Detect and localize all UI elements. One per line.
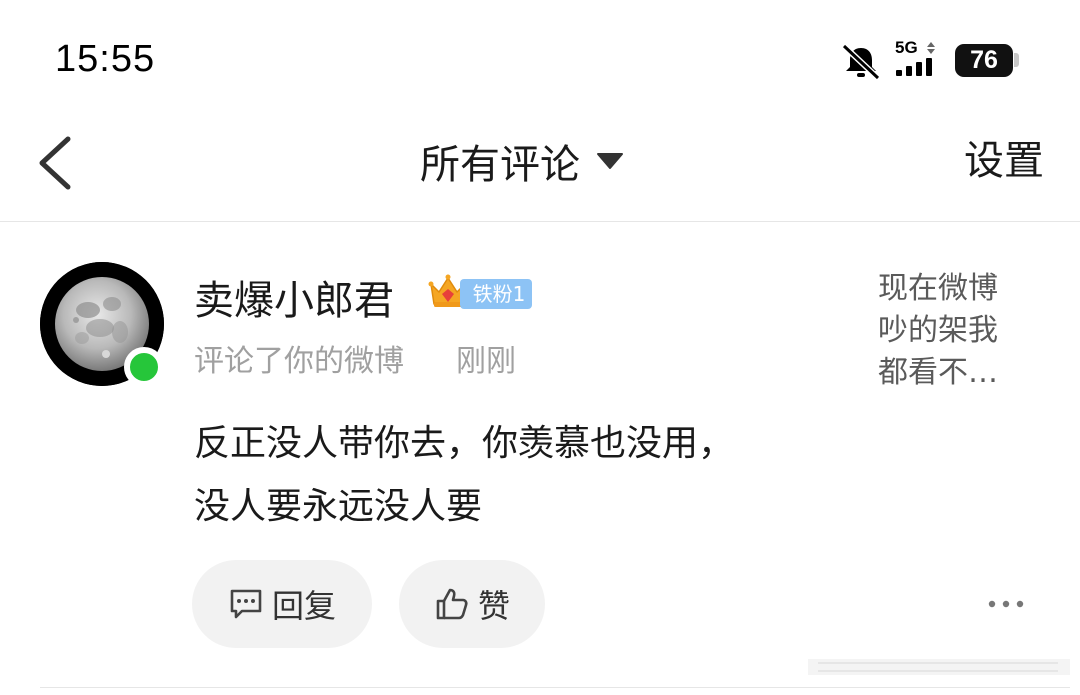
fan-level-badge: 铁粉1 [460, 279, 532, 309]
watermark-decoration [808, 659, 1070, 675]
comment-action: 评论了你的微博 [194, 344, 404, 379]
thumbs-up-icon [436, 588, 468, 620]
status-bar: 15:55 5G 76 [0, 0, 1080, 115]
battery-cap [1014, 53, 1019, 67]
dropdown-triangle-icon [597, 153, 623, 169]
comment-text-line: 反正没人带你去，你羡慕也没用， [194, 423, 735, 464]
comment-text: 反正没人带你去，你羡慕也没用， 没人要永远没人要 [194, 412, 814, 538]
post-preview[interactable]: 现在微博吵的架我都看不… [878, 268, 1023, 394]
bell-muted-icon [841, 43, 881, 80]
comment-filter-dropdown[interactable]: 所有评论 [420, 133, 624, 189]
nav-bar: 所有评论 设置 [0, 115, 1080, 222]
settings-button[interactable]: 设置 [964, 133, 1044, 189]
comment-time: 刚刚 [456, 344, 516, 379]
page-title: 所有评论 [420, 142, 580, 188]
item-divider [40, 687, 1070, 688]
status-time: 15:55 [55, 38, 156, 80]
reply-label: 回复 [271, 587, 336, 625]
more-dots-icon[interactable] [986, 590, 1026, 618]
comment-text-line: 没人要永远没人要 [194, 486, 483, 527]
comment-username[interactable]: 卖爆小郎君 [194, 268, 394, 326]
back-chevron-icon[interactable] [30, 133, 86, 193]
online-status-dot [124, 347, 164, 387]
signal-icon [896, 42, 935, 76]
reply-button[interactable]: 回复 [192, 560, 372, 648]
comment-icon [230, 589, 262, 619]
like-label: 赞 [477, 587, 510, 625]
like-button[interactable]: 赞 [399, 560, 545, 648]
battery-level: 76 [970, 46, 998, 74]
